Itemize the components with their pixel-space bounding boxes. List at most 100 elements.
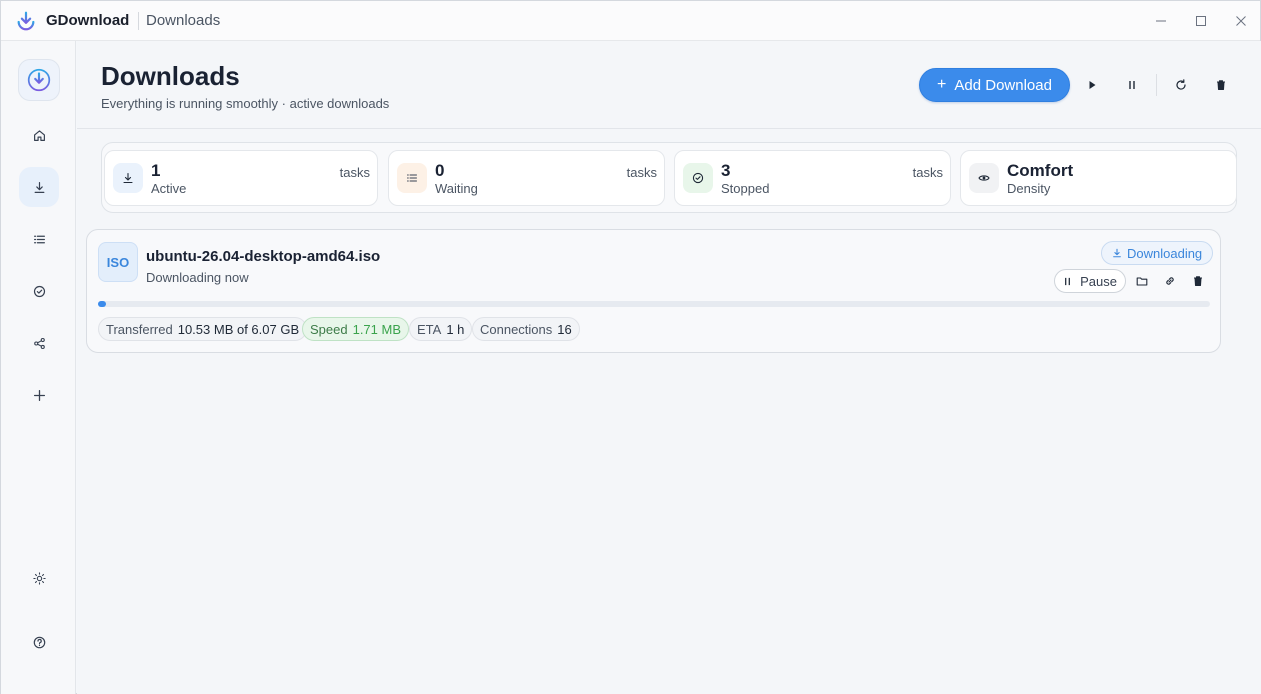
trash-icon — [1194, 276, 1202, 286]
window-title: Downloads — [146, 12, 221, 29]
stat-unit: tasks — [912, 165, 943, 180]
app-name: GDownload — [46, 12, 130, 29]
eta-label: ETA — [417, 321, 442, 337]
sidebar-item-home[interactable] — [19, 115, 59, 155]
sidebar-item-theme[interactable] — [19, 558, 59, 598]
status-badge: Downloading — [1101, 241, 1214, 265]
eta-chip: ETA 1 h — [409, 317, 473, 341]
stat-label: Stopped — [721, 181, 770, 196]
delete-all-button[interactable] — [1210, 74, 1232, 96]
folder-icon — [1136, 277, 1148, 286]
pause-all-button[interactable] — [1121, 74, 1143, 96]
stat-card-stopped: 3 Stopped tasks — [674, 150, 951, 206]
transferred-label: Transferred — [106, 321, 173, 337]
eta-value: 1 h — [446, 321, 465, 337]
page-subtitle: Everything is running smoothly · active … — [101, 96, 390, 111]
file-type-badge: ISO — [98, 242, 138, 282]
maximize-icon — [1196, 16, 1206, 26]
stat-card-density[interactable]: Comfort Density — [960, 150, 1237, 206]
stat-icon-wrap — [683, 163, 713, 193]
app-logo-icon — [27, 68, 51, 92]
sun-icon — [32, 571, 46, 585]
stat-value: 1 — [151, 161, 161, 180]
connections-chip: Connections 16 — [472, 317, 580, 341]
open-folder-button[interactable] — [1132, 271, 1152, 291]
start-all-button[interactable] — [1081, 74, 1103, 96]
app-logo-icon — [17, 11, 35, 31]
plus-icon — [33, 389, 45, 401]
list-icon — [33, 235, 45, 243]
check-circle-icon — [692, 172, 704, 184]
close-button[interactable] — [1231, 11, 1251, 31]
eye-icon — [978, 175, 990, 181]
progress-fill — [98, 301, 106, 307]
minimize-icon — [1156, 20, 1166, 22]
help-icon — [33, 636, 45, 648]
stat-icon-wrap — [397, 163, 427, 193]
refresh-button[interactable] — [1170, 74, 1192, 96]
home-icon — [33, 129, 45, 141]
stats-panel: 1 Active tasks 0 Waiting tasks 3 Stopped… — [101, 142, 1237, 213]
stat-card-waiting: 0 Waiting tasks — [388, 150, 665, 206]
maximize-button[interactable] — [1191, 11, 1211, 31]
refresh-icon — [1176, 79, 1186, 90]
minimize-button[interactable] — [1151, 11, 1171, 31]
pause-icon — [1129, 81, 1135, 89]
stat-unit: tasks — [339, 165, 370, 180]
app-window: GDownload Downloads Downloads Everything… — [0, 0, 1261, 694]
stat-label: Waiting — [435, 181, 478, 196]
title-bar: GDownload Downloads — [1, 1, 1260, 41]
sidebar-item-add[interactable] — [19, 375, 59, 415]
speed-chip: Speed 1.71 MB — [302, 317, 410, 341]
sidebar-item-queue[interactable] — [19, 219, 59, 259]
link-icon — [1166, 277, 1174, 285]
page-header: Downloads Everything is running smoothly… — [77, 41, 1261, 129]
stat-icon-wrap — [969, 163, 999, 193]
stat-label: Active — [151, 181, 187, 196]
trash-icon — [1217, 80, 1225, 90]
download-icon — [1113, 248, 1121, 258]
pause-icon — [1065, 277, 1070, 285]
transferred-value: 10.53 MB of 6.07 GB — [177, 321, 300, 337]
title-divider — [138, 12, 139, 30]
add-download-button[interactable]: + Add Download — [919, 68, 1070, 102]
toolbar-divider — [1156, 74, 1157, 96]
download-item[interactable]: ISO ubuntu-26.04-desktop-amd64.iso Downl… — [86, 229, 1221, 353]
share-icon — [33, 337, 45, 349]
check-circle-icon — [33, 285, 45, 297]
speed-label: Speed — [310, 321, 348, 337]
sidebar-item-downloads[interactable] — [19, 167, 59, 207]
stat-value: 0 — [435, 161, 445, 180]
main-content: Downloads Everything is running smoothly… — [77, 41, 1261, 694]
pause-button[interactable]: Pause — [1054, 269, 1126, 293]
stat-icon-wrap — [113, 163, 143, 193]
transferred-chip: Transferred 10.53 MB of 6.07 GB — [98, 317, 308, 341]
connections-value: 16 — [557, 321, 572, 337]
status-badge-label: Downloading — [1127, 245, 1203, 261]
close-icon — [1236, 16, 1246, 26]
stat-value: Comfort — [1007, 161, 1074, 180]
delete-download-button[interactable] — [1188, 271, 1208, 291]
stat-unit: tasks — [626, 165, 657, 180]
download-icon — [34, 181, 44, 193]
list-icon — [407, 174, 417, 182]
speed-value: 1.71 MB — [352, 321, 402, 337]
file-status-text: Downloading now — [146, 270, 249, 285]
download-icon — [123, 172, 133, 184]
sidebar — [1, 41, 76, 694]
sidebar-item-share[interactable] — [19, 323, 59, 363]
stat-value: 3 — [721, 161, 731, 180]
stat-card-active: 1 Active tasks — [104, 150, 378, 206]
pause-label: Pause — [1080, 273, 1117, 289]
connections-label: Connections — [480, 321, 553, 337]
copy-link-button[interactable] — [1160, 271, 1180, 291]
plus-icon: + — [937, 76, 947, 93]
add-download-label: Add Download — [954, 76, 1052, 94]
sidebar-item-completed[interactable] — [19, 271, 59, 311]
page-title: Downloads — [101, 61, 240, 91]
sidebar-logo[interactable] — [18, 59, 60, 101]
sidebar-item-help[interactable] — [19, 622, 59, 662]
play-icon — [1089, 81, 1096, 89]
progress-bar — [98, 301, 1210, 307]
file-name: ubuntu-26.04-desktop-amd64.iso — [146, 248, 381, 265]
